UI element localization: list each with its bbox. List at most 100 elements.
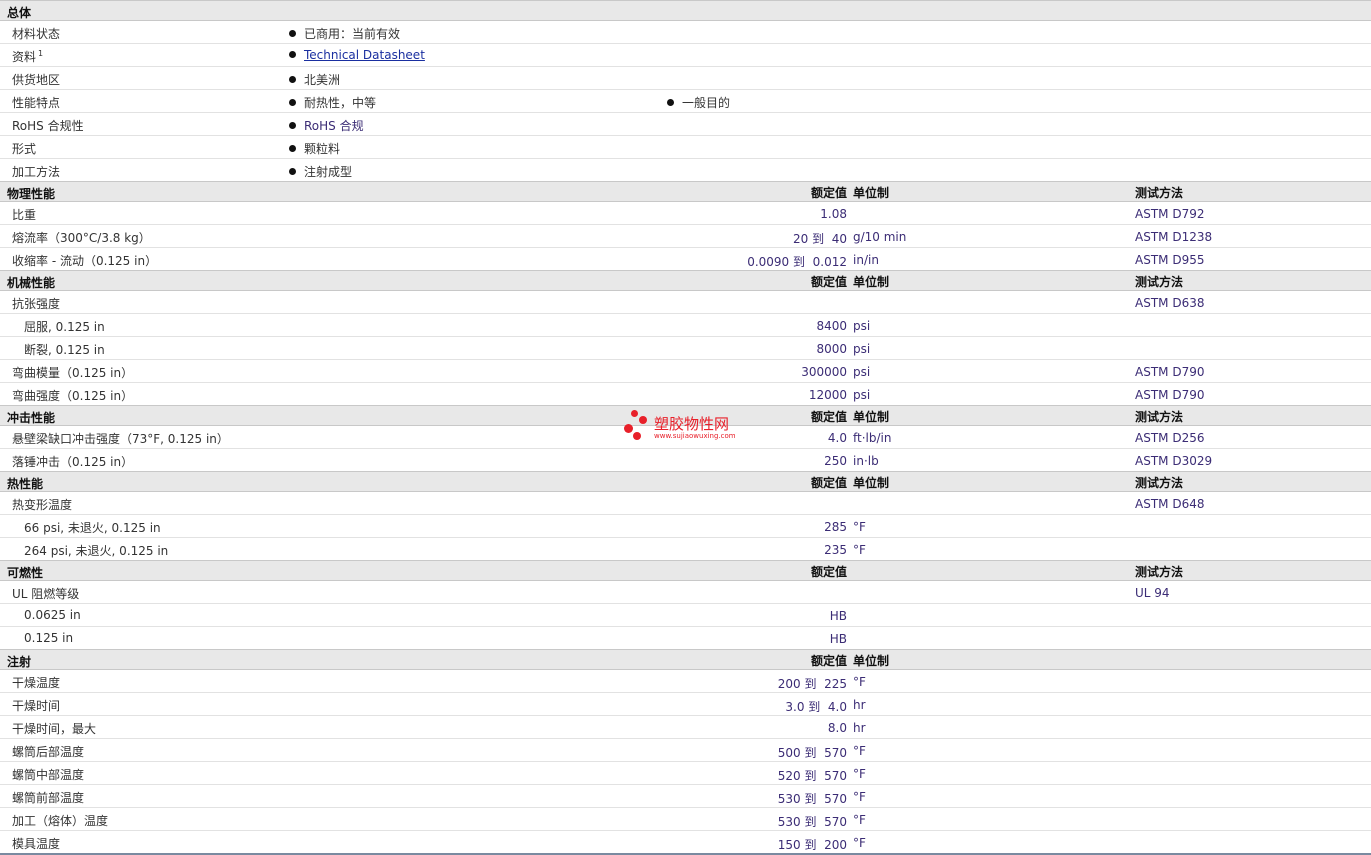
table-row: 干燥时间 3.0 到 4.0 hr: [0, 693, 1371, 716]
row-label: 形式: [12, 142, 37, 156]
row-value: 8.0: [827, 721, 847, 735]
row-unit: °F: [853, 790, 866, 804]
technical-datasheet-link[interactable]: Technical Datasheet: [304, 48, 425, 62]
section-title: 可燃性: [7, 566, 44, 580]
test-method-link[interactable]: ASTM D648: [1135, 497, 1204, 511]
row-unit: psi: [853, 365, 871, 379]
table-row: 螺筒前部温度 530 到 570 °F: [0, 785, 1371, 808]
ul-rating-link[interactable]: UL 阻燃等级: [12, 585, 79, 602]
row-label: 性能特点: [12, 96, 61, 110]
row-label: 断裂, 0.125 in: [24, 343, 105, 357]
row-unit: °F: [853, 520, 866, 534]
row-label: 264 psi, 未退火, 0.125 in: [24, 544, 169, 558]
row-value: 1.08: [820, 207, 847, 221]
row-value: RoHS 合规: [304, 119, 364, 133]
table-row: 264 psi, 未退火, 0.125 in 235 °F: [0, 538, 1371, 561]
row-value: 4.0: [827, 431, 847, 445]
general-row: 形式 颗粒料: [0, 136, 1371, 159]
col-test-header: 测试方法: [1135, 476, 1184, 490]
col-rated-header: 额定值: [810, 476, 847, 490]
row-label: 螺筒后部温度: [12, 745, 85, 759]
row-label: 加工方法: [12, 165, 61, 179]
watermark-logo: 塑胶物性网 www.sujiaowuxing.com: [622, 410, 782, 450]
row-unit: °F: [853, 744, 866, 758]
test-method-link[interactable]: ASTM D792: [1135, 207, 1204, 221]
row-unit: psi: [853, 342, 871, 356]
row-label: 落锤冲击（0.125 in）: [12, 455, 134, 469]
row-label: 干燥温度: [12, 676, 61, 690]
row-unit: °F: [853, 836, 866, 850]
section-title: 机械性能: [7, 276, 56, 290]
section-title: 热性能: [7, 477, 44, 491]
general-row: 供货地区 北美洲: [0, 67, 1371, 90]
row-value: 注射成型: [304, 165, 353, 179]
row-value: 一般目的: [682, 96, 731, 110]
row-value: 520 到 570: [777, 769, 847, 783]
col-unit-header: 单位制: [853, 654, 890, 668]
row-value: 12000: [808, 388, 847, 402]
logo-dot-icon: [631, 410, 638, 417]
table-row: 0.125 in HB: [0, 627, 1371, 650]
col-unit-header: 单位制: [853, 476, 890, 490]
table-row: 断裂, 0.125 in 8000 psi: [0, 337, 1371, 360]
logo-dot-icon: [639, 416, 647, 424]
row-unit: °F: [853, 767, 866, 781]
table-row: UL 阻燃等级 UL 94: [0, 581, 1371, 604]
general-row: 资料 1 Technical Datasheet: [0, 44, 1371, 67]
table-row: 0.0625 in HB: [0, 604, 1371, 627]
row-label: 悬壁梁缺口冲击强度（73°F, 0.125 in）: [12, 432, 229, 446]
section-general: 总体: [0, 0, 1371, 21]
section-mechanical: 机械性能 额定值 单位制 测试方法: [0, 270, 1371, 291]
test-method-link[interactable]: ASTM D256: [1135, 431, 1204, 445]
general-row: 加工方法 注射成型: [0, 159, 1371, 182]
col-test-header: 测试方法: [1135, 275, 1184, 289]
row-unit: hr: [853, 721, 866, 735]
row-unit: hr: [853, 698, 866, 712]
test-method-link[interactable]: ASTM D790: [1135, 388, 1204, 402]
row-label: 收缩率 - 流动（0.125 in）: [12, 254, 158, 268]
row-label: 弯曲模量（0.125 in）: [12, 366, 134, 380]
row-value: 250: [824, 454, 847, 468]
row-unit: in/in: [853, 253, 879, 267]
bullet-icon: [289, 145, 296, 152]
col-rated-header: 额定值: [810, 186, 847, 200]
row-label: 供货地区: [12, 73, 61, 87]
row-value: 530 到 570: [777, 815, 847, 829]
col-unit-header: 单位制: [853, 410, 890, 424]
row-unit: g/10 min: [853, 230, 907, 244]
table-row: 落锤冲击（0.125 in） 250 in·lb ASTM D3029: [0, 449, 1371, 472]
row-label: 模具温度: [12, 837, 61, 851]
table-row: 收缩率 - 流动（0.125 in） 0.0090 到 0.012 in/in …: [0, 248, 1371, 271]
row-value: 530 到 570: [777, 792, 847, 806]
row-value: 已商用：当前有效: [304, 27, 401, 41]
col-unit-header: 单位制: [853, 275, 890, 289]
general-row: RoHS 合规性 RoHS 合规: [0, 113, 1371, 136]
row-label: 66 psi, 未退火, 0.125 in: [24, 521, 161, 535]
row-label: 熔流率（300°C/3.8 kg）: [12, 231, 151, 245]
col-rated-header: 额定值: [810, 654, 847, 668]
row-label: 比重: [12, 208, 37, 222]
bullet-icon: [289, 99, 296, 106]
col-test-header: 测试方法: [1135, 565, 1184, 579]
row-label: 干燥时间: [12, 699, 61, 713]
col-rated-header: 额定值: [810, 410, 847, 424]
test-method-link[interactable]: ASTM D3029: [1135, 454, 1212, 468]
section-flammability: 可燃性 额定值 测试方法: [0, 560, 1371, 581]
test-method-link[interactable]: UL 94: [1135, 586, 1170, 600]
test-method-link[interactable]: ASTM D1238: [1135, 230, 1212, 244]
row-value: 耐热性，中等: [304, 96, 377, 110]
test-method-link[interactable]: ASTM D955: [1135, 253, 1204, 267]
test-method-link[interactable]: ASTM D638: [1135, 296, 1204, 310]
section-physical: 物理性能 额定值 单位制 测试方法: [0, 181, 1371, 202]
row-value: 8400: [816, 319, 847, 333]
table-row: 屈服, 0.125 in 8400 psi: [0, 314, 1371, 337]
test-method-link[interactable]: ASTM D790: [1135, 365, 1204, 379]
row-unit: in·lb: [853, 454, 879, 468]
bullet-icon: [667, 99, 674, 106]
table-row: 模具温度 150 到 200 °F: [0, 831, 1371, 854]
row-value: 150 到 200: [777, 838, 847, 852]
table-row: 热变形温度 ASTM D648: [0, 492, 1371, 515]
rohs-link[interactable]: RoHS 合规性: [12, 117, 84, 134]
logo-dot-icon: [624, 424, 633, 433]
col-rated-header: 额定值: [810, 275, 847, 289]
